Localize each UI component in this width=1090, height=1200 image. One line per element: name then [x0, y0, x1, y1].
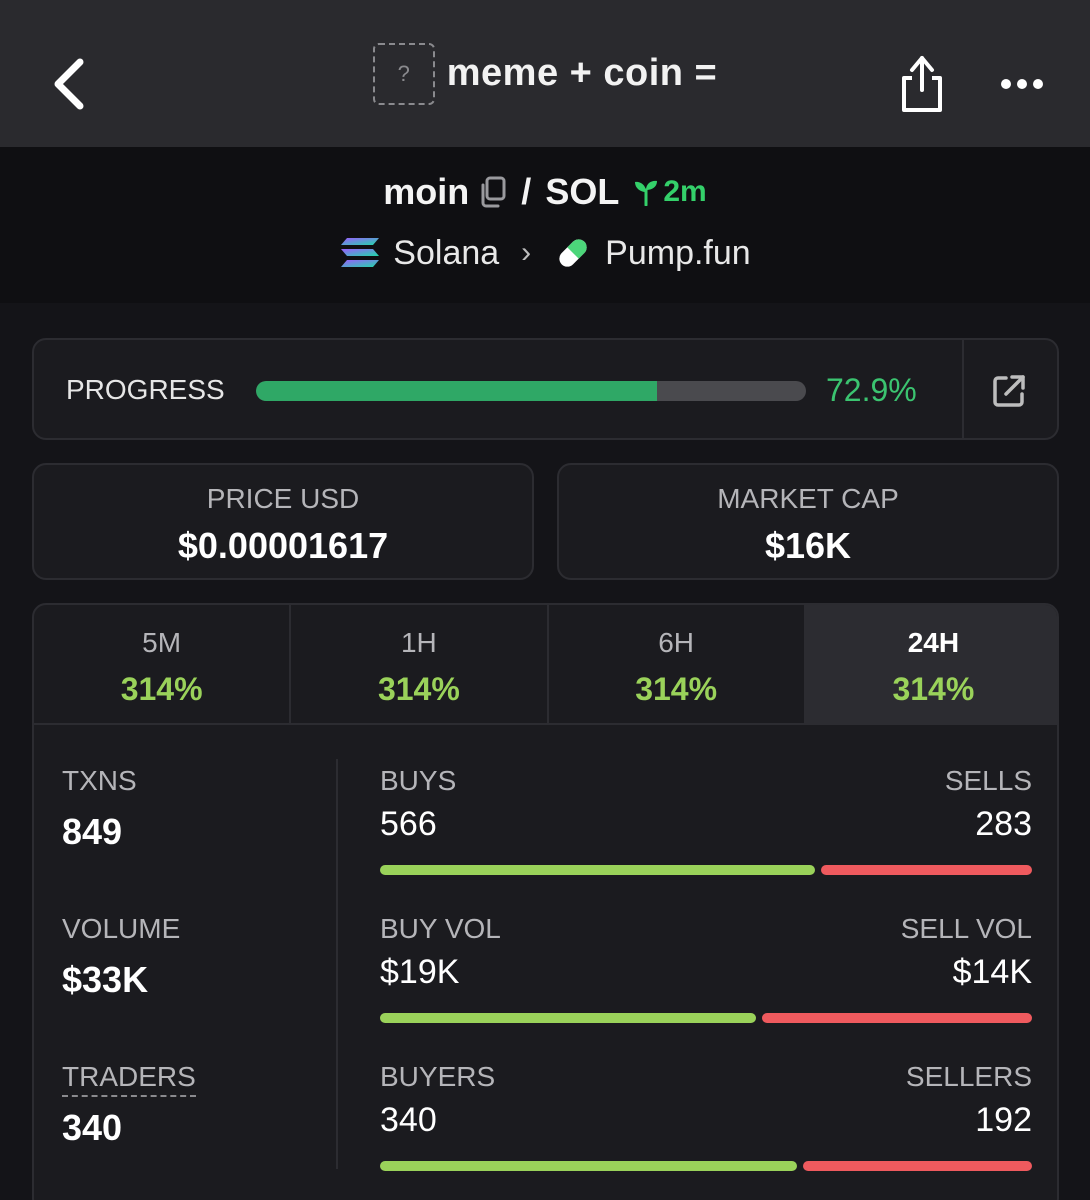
- txns-label: TXNS: [62, 765, 137, 796]
- tab-6h[interactable]: 6H 314%: [549, 605, 806, 723]
- pill-icon: [559, 239, 587, 267]
- volume-label: VOLUME: [62, 913, 181, 944]
- sell-vol-bar: [761, 1013, 1032, 1023]
- timeframe-tabs: 5M 314% 1H 314% 6H 314% 24H 314%: [34, 605, 1057, 725]
- tab-1h[interactable]: 1H 314%: [291, 605, 549, 723]
- traders-label[interactable]: TRADERS: [62, 1061, 196, 1097]
- tab-24h[interactable]: 24H 314%: [805, 605, 1057, 723]
- tab-label: 1H: [400, 627, 437, 658]
- page-title: meme + coin =: [446, 52, 718, 94]
- tab-change-value: 314%: [377, 671, 460, 707]
- progress-bar-fill: [256, 381, 657, 401]
- buys-value: 566: [380, 805, 437, 843]
- buyers-bar: [380, 1161, 797, 1171]
- sells-value: 283: [975, 805, 1032, 843]
- copy-icon[interactable]: [479, 176, 507, 208]
- top-bar: ? meme + coin =: [0, 0, 1090, 147]
- token-placeholder-icon: ?: [372, 42, 435, 105]
- market-cap-card: MARKET CAP $16K: [557, 463, 1059, 580]
- buyers-value: 340: [380, 1101, 437, 1139]
- progress-label: PROGRESS: [66, 374, 225, 405]
- traders-ratio-bar: [380, 1161, 1032, 1171]
- price-value: $0.00001617: [177, 525, 389, 566]
- sellers-value: 192: [975, 1101, 1032, 1139]
- sells-bar: [820, 865, 1032, 875]
- traders-value: 340: [62, 1107, 123, 1148]
- progress-bar-track: [256, 381, 806, 401]
- pair-age: 2m: [633, 175, 707, 209]
- buys-label: BUYS: [380, 765, 457, 796]
- tab-change-value: 314%: [120, 671, 203, 707]
- sells-label: SELLS: [944, 765, 1032, 796]
- transaction-stats-card: 5M 314% 1H 314% 6H 314% 24H 314% TXNS 84…: [32, 603, 1059, 1200]
- bonding-progress-card: PROGRESS 72.9%: [32, 338, 1059, 440]
- sell-vol-value: $14K: [952, 953, 1032, 991]
- price-label: PRICE USD: [206, 483, 360, 514]
- pair-info: moin / SOL 2m Solana › Pump.fun: [0, 147, 1090, 303]
- market-cap-label: MARKET CAP: [717, 483, 899, 514]
- buy-vol-value: $19K: [380, 953, 460, 991]
- tab-label: 6H: [658, 627, 695, 658]
- sell-vol-label: SELL VOL: [900, 913, 1032, 944]
- pair-age-text: 2m: [663, 175, 707, 208]
- buy-vol-label: BUY VOL: [380, 913, 501, 944]
- buys-bar: [380, 865, 815, 875]
- buy-vol-bar: [380, 1013, 756, 1023]
- tab-change-value: 314%: [892, 671, 975, 707]
- sellers-bar: [802, 1161, 1032, 1171]
- volume-ratio-bar: [380, 1013, 1032, 1023]
- market-cap-value: $16K: [764, 525, 852, 566]
- buyers-label: BUYERS: [380, 1061, 496, 1092]
- price-card: PRICE USD $0.00001617: [32, 463, 534, 580]
- progress-divider: [962, 340, 964, 438]
- column-divider: [336, 759, 338, 1169]
- progress-percent: 72.9%: [826, 372, 917, 408]
- external-link-icon[interactable]: [990, 372, 1028, 410]
- sellers-label: SELLERS: [905, 1061, 1032, 1092]
- volume-value: $33K: [62, 959, 149, 1000]
- tab-change-value: 314%: [635, 671, 718, 707]
- chevron-right-icon: ›: [521, 236, 532, 269]
- chain-name-link[interactable]: Solana: [393, 234, 499, 273]
- pair-separator: /: [521, 171, 532, 212]
- tab-label: 5M: [142, 627, 182, 658]
- sprout-icon: [635, 180, 658, 206]
- solana-logo-icon: [341, 238, 380, 267]
- share-icon[interactable]: [896, 52, 948, 116]
- tab-label: 24H: [907, 627, 960, 658]
- placeholder-question-mark: ?: [397, 60, 410, 86]
- tab-5m[interactable]: 5M 314%: [34, 605, 292, 723]
- buys-sells-ratio-bar: [380, 865, 1032, 875]
- more-options-icon[interactable]: [996, 66, 1048, 102]
- token-symbol: moin: [383, 171, 470, 212]
- dex-name-link[interactable]: Pump.fun: [605, 234, 751, 273]
- quote-symbol: SOL: [545, 171, 620, 212]
- txns-value: 849: [62, 811, 123, 852]
